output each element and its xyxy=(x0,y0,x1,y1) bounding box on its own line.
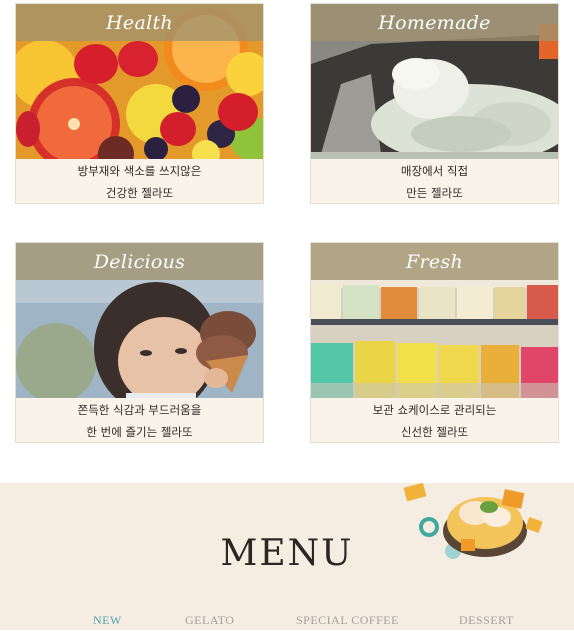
caption-line: 보관 쇼케이스로 관리되는 xyxy=(372,403,497,417)
feature-card-health: Health 방부재와 색소를 쓰지않은 건강한 젤라또 xyxy=(15,3,264,204)
caption-line: 쫀득한 식감과 부드러움을 xyxy=(77,403,202,417)
feature-card-homemade: Homemade 매장에서 직접 만든 젤라또 xyxy=(310,3,559,204)
feature-card-delicious: Delicious 쫀득한 식감과 부드러움을 한 번에 즐기는 젤라또 xyxy=(15,242,264,443)
feature-banner: Delicious xyxy=(16,243,263,280)
feature-title: Delicious xyxy=(93,250,186,273)
feature-banner: Homemade xyxy=(311,4,558,41)
caption-line: 한 번에 즐기는 젤라또 xyxy=(86,425,193,439)
feature-caption: 보관 쇼케이스로 관리되는 신선한 젤라또 xyxy=(311,399,558,442)
feature-banner: Health xyxy=(16,4,263,41)
caption-line: 매장에서 직접 xyxy=(400,164,469,178)
feature-card-fresh: Fresh 보관 쇼케이스로 관리되는 신선한 젤라또 xyxy=(310,242,559,443)
feature-caption: 쫀득한 식감과 부드러움을 한 번에 즐기는 젤라또 xyxy=(16,399,263,442)
feature-banner: Fresh xyxy=(311,243,558,280)
menu-section: MENU NEW GELATO SPECIAL COFFEE DESSERT xyxy=(0,482,574,631)
feature-title: Fresh xyxy=(406,250,463,273)
caption-line: 방부재와 색소를 쓰지않은 xyxy=(77,164,202,178)
tab-dessert[interactable]: DESSERT xyxy=(459,613,514,628)
menu-title: MENU xyxy=(220,533,354,574)
tab-gelato[interactable]: GELATO xyxy=(185,613,234,628)
tab-special-coffee[interactable]: SPECIAL COFFEE xyxy=(296,613,399,628)
caption-line: 신선한 젤라또 xyxy=(400,425,469,439)
caption-line: 만든 젤라또 xyxy=(406,186,463,200)
feature-title: Health xyxy=(106,11,173,34)
feature-caption: 매장에서 직접 만든 젤라또 xyxy=(311,160,558,203)
feature-title: Homemade xyxy=(378,11,491,34)
menu-tabs: NEW GELATO SPECIAL COFFEE DESSERT xyxy=(0,613,574,631)
feature-caption: 방부재와 색소를 쓰지않은 건강한 젤라또 xyxy=(16,160,263,203)
caption-line: 건강한 젤라또 xyxy=(105,186,174,200)
tab-new[interactable]: NEW xyxy=(93,613,122,628)
